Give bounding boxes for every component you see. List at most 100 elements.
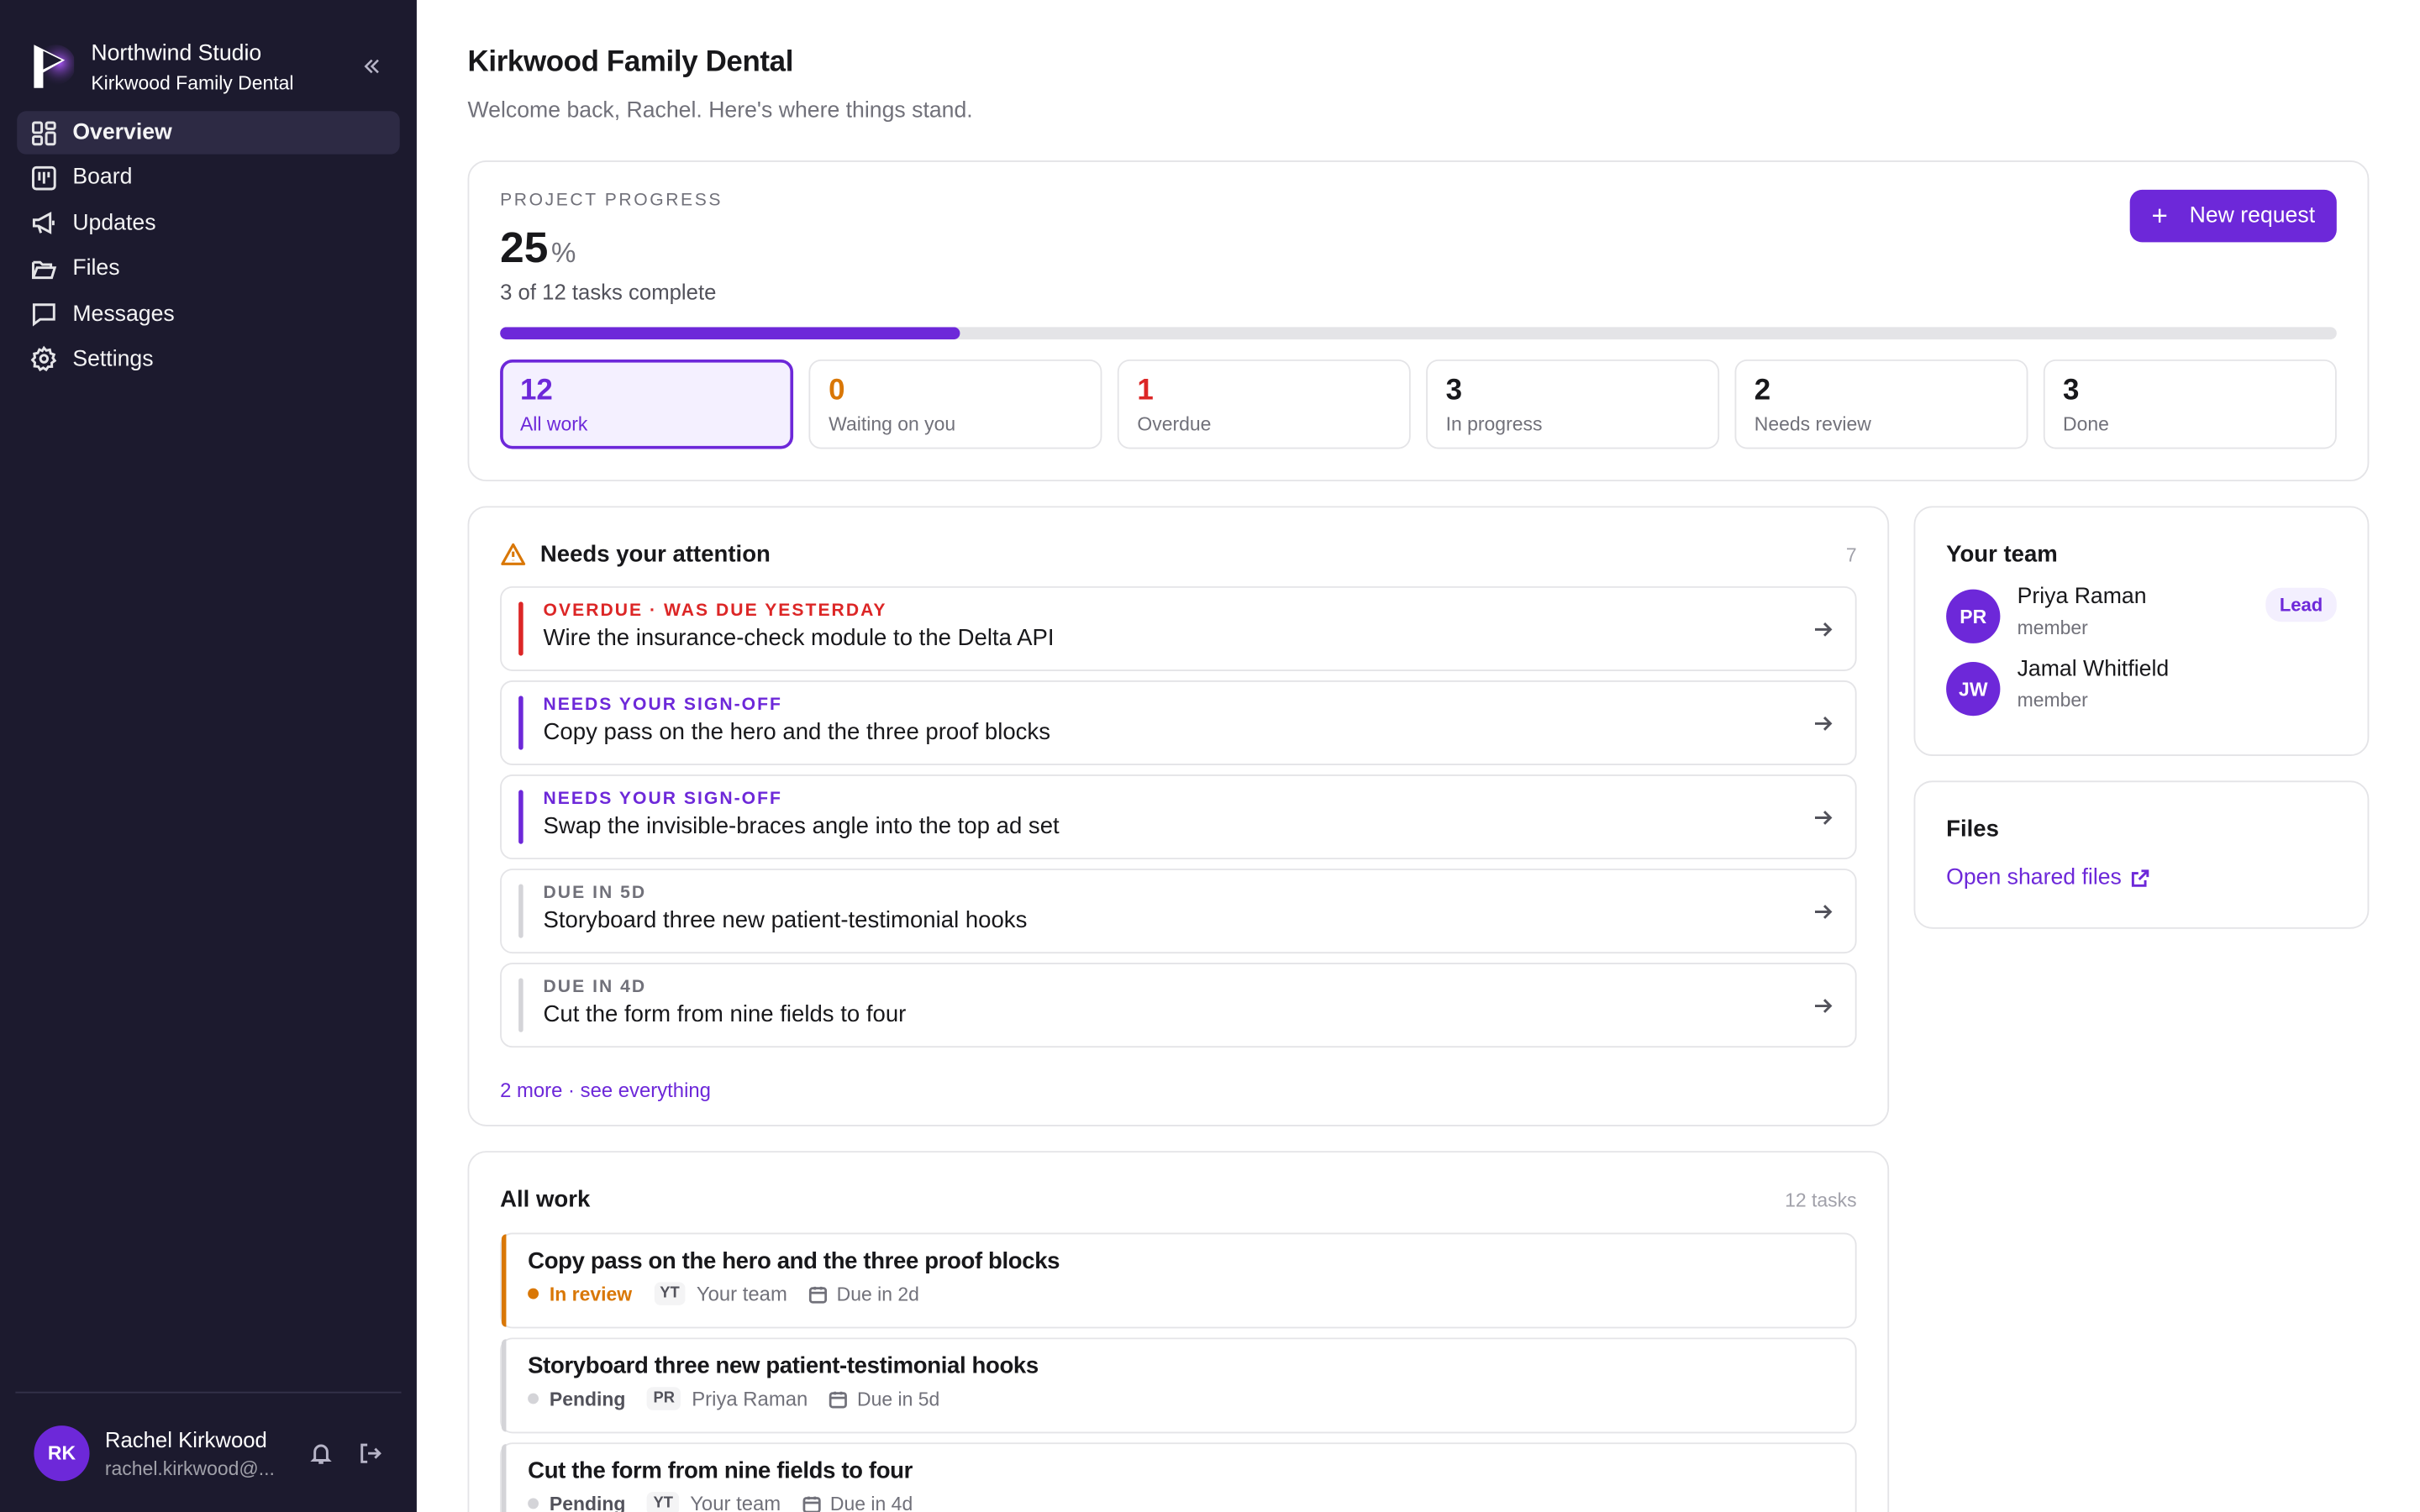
plus-icon: +	[2151, 200, 2168, 232]
stat-in-progress[interactable]: 3 In progress	[1425, 359, 1720, 449]
external-link-icon	[2131, 869, 2149, 886]
team-member: PR Priya Raman member Lead	[1946, 585, 2337, 643]
sidebar-item-label: Settings	[72, 347, 154, 372]
arrow-right-icon	[1814, 999, 1833, 1013]
stat-number: 3	[2062, 375, 2080, 407]
open-shared-files-link[interactable]: Open shared files	[1946, 865, 2337, 890]
sidebar-item-files[interactable]: Files	[17, 247, 400, 290]
logout-icon[interactable]	[358, 1441, 382, 1465]
attention-tag: DUE IN 4D	[543, 978, 647, 997]
gear-icon	[30, 346, 57, 372]
needs-attention-card: Needs your attention 7 OVERDUE · WAS DUE…	[467, 506, 1890, 1126]
attention-tag: OVERDUE · WAS DUE YESTERDAY	[543, 601, 887, 621]
team-member-role: member	[2017, 690, 2088, 711]
sidebar-item-updates[interactable]: Updates	[17, 202, 400, 244]
progress-bar	[500, 327, 2337, 340]
due-date: Due in 5d	[857, 1388, 940, 1410]
progress-percent: 25%	[500, 223, 2337, 273]
files-card: Files Open shared files	[1913, 780, 2370, 929]
assignee-name: Priya Raman	[692, 1387, 808, 1410]
progress-bar-fill	[500, 327, 960, 340]
assignee-avatar: YT	[653, 1282, 687, 1305]
stat-needs-review[interactable]: 2 Needs review	[1733, 359, 2028, 449]
status-badge: In review	[549, 1283, 633, 1305]
progress-unit: %	[551, 237, 576, 269]
stat-label: Overdue	[1137, 413, 1212, 435]
calendar-icon	[829, 1390, 848, 1408]
team-title: Your team	[1946, 541, 2058, 568]
assignee-name: Your team	[690, 1492, 781, 1512]
sidebar-item-overview[interactable]: Overview	[17, 111, 400, 155]
message-icon	[32, 303, 55, 327]
user-footer: RK Rachel Kirkwood rachel.kirkwood@...	[15, 1391, 402, 1512]
attention-text: Wire the insurance-check module to the D…	[543, 624, 1055, 652]
sidebar-nav: Overview Board Updates Files Messages Se…	[0, 108, 417, 386]
sidebar-item-board[interactable]: Board	[17, 156, 400, 199]
avatar: JW	[1946, 661, 2001, 717]
calendar-icon	[809, 1285, 828, 1303]
new-request-button[interactable]: + New request	[2129, 189, 2337, 243]
work-title: Cut the form from nine fields to four	[528, 1457, 913, 1484]
team-member-name: Priya Raman	[2017, 585, 2147, 610]
due-date: Due in 4d	[829, 1493, 913, 1512]
attention-list: OVERDUE · WAS DUE YESTERDAY Wire the ins…	[500, 585, 1857, 1048]
work-item[interactable]: Cut the form from nine fields to four Pe…	[500, 1442, 1857, 1512]
attention-text: Cut the form from nine fields to four	[543, 1001, 907, 1028]
status-dot	[528, 1498, 539, 1509]
avatar: PR	[1946, 589, 2001, 643]
collapse-sidebar-icon[interactable]	[361, 55, 383, 77]
sidebar-item-messages[interactable]: Messages	[17, 292, 400, 335]
sidebar-item-label: Updates	[72, 211, 156, 236]
assignee-avatar: PR	[647, 1387, 681, 1410]
work-title: Storyboard three new patient-testimonial…	[528, 1352, 1039, 1380]
stat-label: Needs review	[1754, 413, 1871, 435]
stat-overdue[interactable]: 1 Overdue	[1117, 359, 1412, 449]
stat-label: All work	[519, 413, 588, 435]
arrow-right-icon	[1814, 622, 1833, 637]
attention-item[interactable]: NEEDS YOUR SIGN-OFF Swap the invisible-b…	[500, 774, 1857, 860]
stat-all-work[interactable]: 12 All work	[500, 359, 794, 449]
stat-label: In progress	[1445, 413, 1543, 435]
stat-label: Waiting on you	[829, 413, 956, 435]
progress-value: 25	[500, 223, 549, 272]
brand-name: Northwind Studio	[91, 40, 262, 66]
your-team-card: Your team PR Priya Raman member Lead JW	[1913, 506, 2370, 756]
stat-number: 2	[1754, 375, 1771, 407]
stat-filters: 12 All work 0 Waiting on you 1 Overdue 3…	[500, 359, 2337, 449]
attention-title: Needs your attention	[539, 541, 771, 568]
attention-item[interactable]: OVERDUE · WAS DUE YESTERDAY Wire the ins…	[500, 585, 1857, 671]
sidebar-item-label: Messages	[72, 302, 175, 327]
attention-stripe	[518, 884, 523, 938]
work-item[interactable]: Storyboard three new patient-testimonial…	[500, 1337, 1857, 1434]
attention-item[interactable]: DUE IN 4D Cut the form from nine fields …	[500, 963, 1857, 1048]
bell-icon[interactable]	[308, 1441, 333, 1465]
sidebar-item-label: Board	[72, 165, 133, 191]
team-member: JW Jamal Whitfield member	[1946, 657, 2337, 717]
warning-icon	[501, 543, 526, 565]
user-email: rachel.kirkwood@...	[104, 1457, 275, 1479]
user-name: Rachel Kirkwood	[104, 1426, 267, 1452]
stat-label: Done	[2062, 413, 2109, 435]
work-item[interactable]: Copy pass on the hero and the three proo…	[500, 1232, 1857, 1329]
due-date: Due in 2d	[836, 1283, 919, 1305]
folder-icon	[32, 260, 57, 279]
sidebar: Northwind Studio Kirkwood Family Dental …	[0, 0, 417, 1512]
stat-done[interactable]: 3 Done	[2043, 359, 2337, 449]
stat-waiting-on-you[interactable]: 0 Waiting on you	[808, 359, 1103, 449]
attention-item[interactable]: DUE IN 5D Storyboard three new patient-t…	[500, 869, 1857, 954]
grid-icon	[32, 120, 56, 145]
board-icon	[32, 165, 56, 191]
attention-text: Copy pass on the hero and the three proo…	[543, 718, 1050, 746]
see-everything-link[interactable]: 2 more · see everything	[500, 1079, 711, 1102]
work-stripe	[501, 1339, 507, 1432]
avatar[interactable]: RK	[34, 1425, 90, 1481]
assignee-name: Your team	[696, 1282, 787, 1305]
progress-summary: 3 of 12 tasks complete	[500, 279, 717, 304]
attention-item[interactable]: NEEDS YOUR SIGN-OFF Copy pass on the her…	[500, 680, 1857, 766]
status-dot	[528, 1393, 539, 1404]
sidebar-item-settings[interactable]: Settings	[17, 338, 400, 381]
work-title: Copy pass on the hero and the three proo…	[528, 1247, 1060, 1275]
assignee-avatar: YT	[647, 1492, 680, 1512]
work-stripe	[501, 1444, 507, 1512]
attention-stripe	[518, 790, 523, 844]
